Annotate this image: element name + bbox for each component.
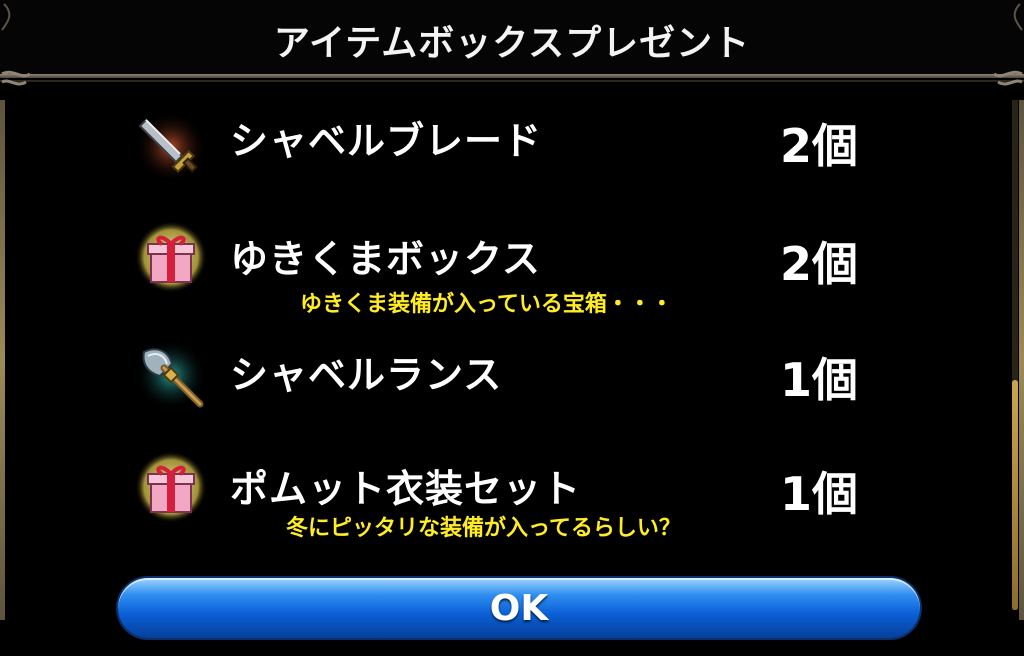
list-item: シャベルブレード 2個 (0, 100, 1000, 200)
item-count: 1個 (780, 353, 859, 407)
item-name: ポムット衣装セット (230, 467, 582, 511)
title-divider-inner (0, 80, 1024, 82)
ok-button-label: OK (489, 588, 549, 629)
right-frame-rail (1019, 100, 1024, 620)
dialog-title: アイテムボックスプレゼント (273, 23, 751, 64)
axe-icon (135, 339, 207, 411)
ornament-left-icon (1, 70, 31, 86)
title-divider (0, 74, 1024, 78)
ok-button[interactable]: OK (118, 578, 920, 638)
sword-icon (135, 111, 207, 183)
gift-box-icon (135, 221, 207, 293)
list-item: ゆきくまボックス 2個 ゆきくま装備が入っている宝箱・・・ (0, 218, 1000, 318)
item-description: 冬にピッタリな装備が入ってるらしい？ (286, 516, 681, 541)
ornament-right-icon (993, 70, 1023, 86)
list-item: ポムット衣装セット 1個 冬にピッタリな装備が入ってるらしい？ (0, 448, 1000, 548)
item-name: ゆきくまボックス (230, 237, 541, 281)
item-box-present-dialog: アイテムボックスプレゼント シャベルブレード 2個 ゆきくまボックス 2個 ゆき… (0, 0, 1024, 656)
item-description: ゆきくま装備が入っている宝箱・・・ (300, 292, 673, 317)
gift-box-icon (135, 451, 207, 523)
item-count: 1個 (780, 467, 859, 521)
item-count: 2個 (780, 119, 859, 173)
item-name: シャベルブレード (230, 119, 543, 163)
scrollbar-thumb[interactable] (1012, 380, 1018, 610)
ornament-top-right-icon (1013, 3, 1023, 31)
item-name: シャベルランス (230, 353, 503, 397)
ornament-top-left-icon (1, 3, 11, 31)
list-item: シャベルランス 1個 (0, 334, 1000, 434)
item-count: 2個 (780, 237, 859, 291)
